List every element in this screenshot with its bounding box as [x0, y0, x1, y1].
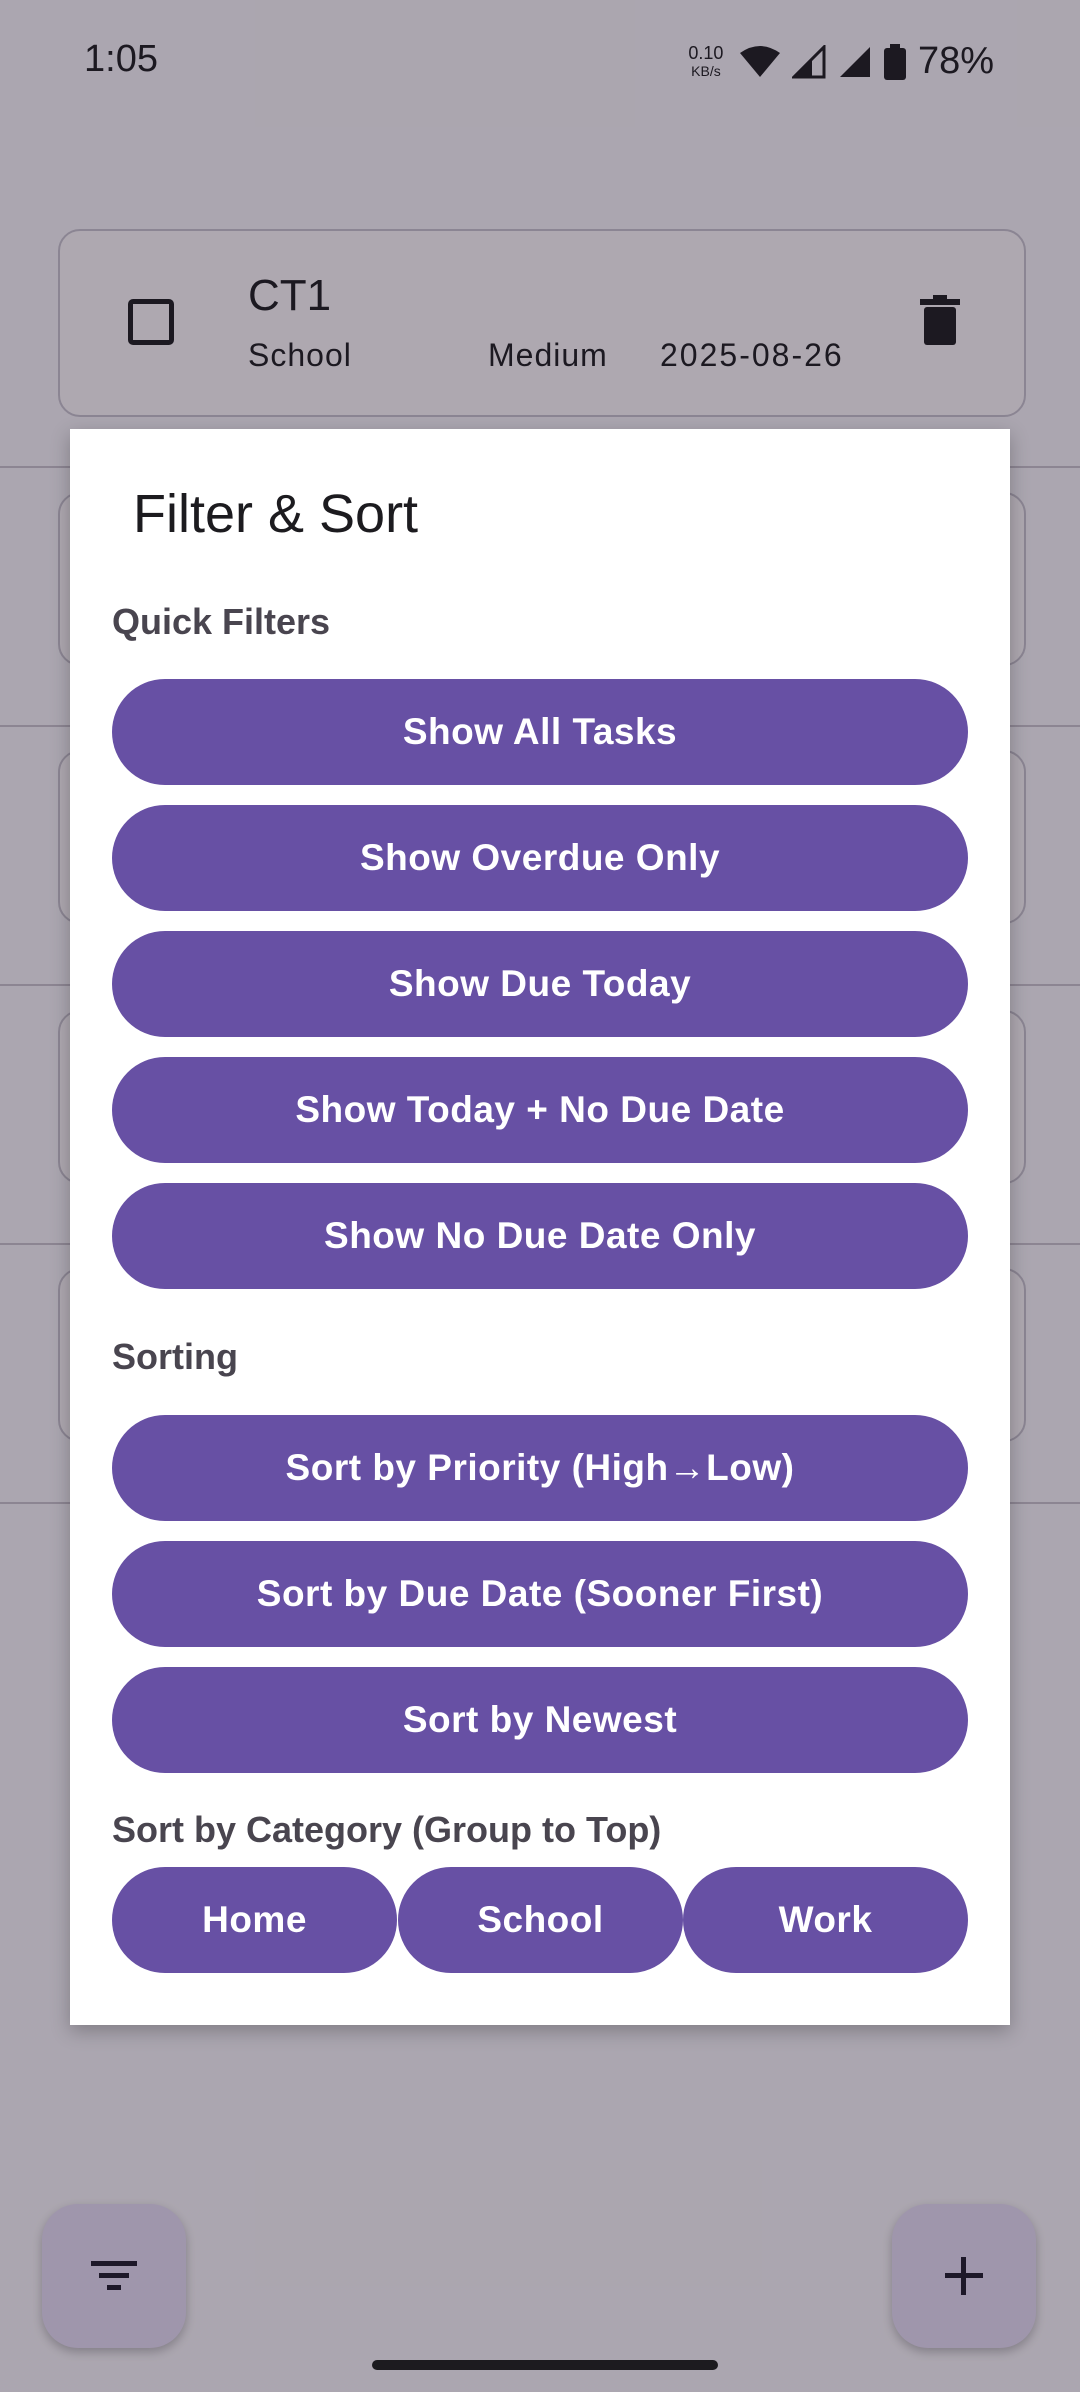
- show-overdue-only-button[interactable]: Show Overdue Only: [112, 805, 968, 911]
- quick-filters-label: Quick Filters: [112, 601, 331, 642]
- sort-by-category-label: Sort by Category (Group to Top): [112, 1809, 662, 1850]
- show-all-tasks-button[interactable]: Show All Tasks: [112, 679, 968, 785]
- category-school-button[interactable]: School: [398, 1867, 683, 1973]
- sort-by-priority-button[interactable]: Sort by Priority (High→Low): [112, 1415, 968, 1521]
- gesture-nav-handle[interactable]: [372, 2360, 718, 2370]
- dialog-title: Filter & Sort: [133, 484, 419, 544]
- category-home-button[interactable]: Home: [112, 1867, 397, 1973]
- filter-sort-dialog: Filter & Sort Quick Filters Show All Tas…: [70, 429, 1010, 2025]
- category-work-button[interactable]: Work: [683, 1867, 968, 1973]
- show-due-today-button[interactable]: Show Due Today: [112, 931, 968, 1037]
- show-today-no-due-date-button[interactable]: Show Today + No Due Date: [112, 1057, 968, 1163]
- sort-by-newest-button[interactable]: Sort by Newest: [112, 1667, 968, 1773]
- sorting-label: Sorting: [112, 1336, 238, 1377]
- show-no-due-date-only-button[interactable]: Show No Due Date Only: [112, 1183, 968, 1289]
- sort-by-due-date-button[interactable]: Sort by Due Date (Sooner First): [112, 1541, 968, 1647]
